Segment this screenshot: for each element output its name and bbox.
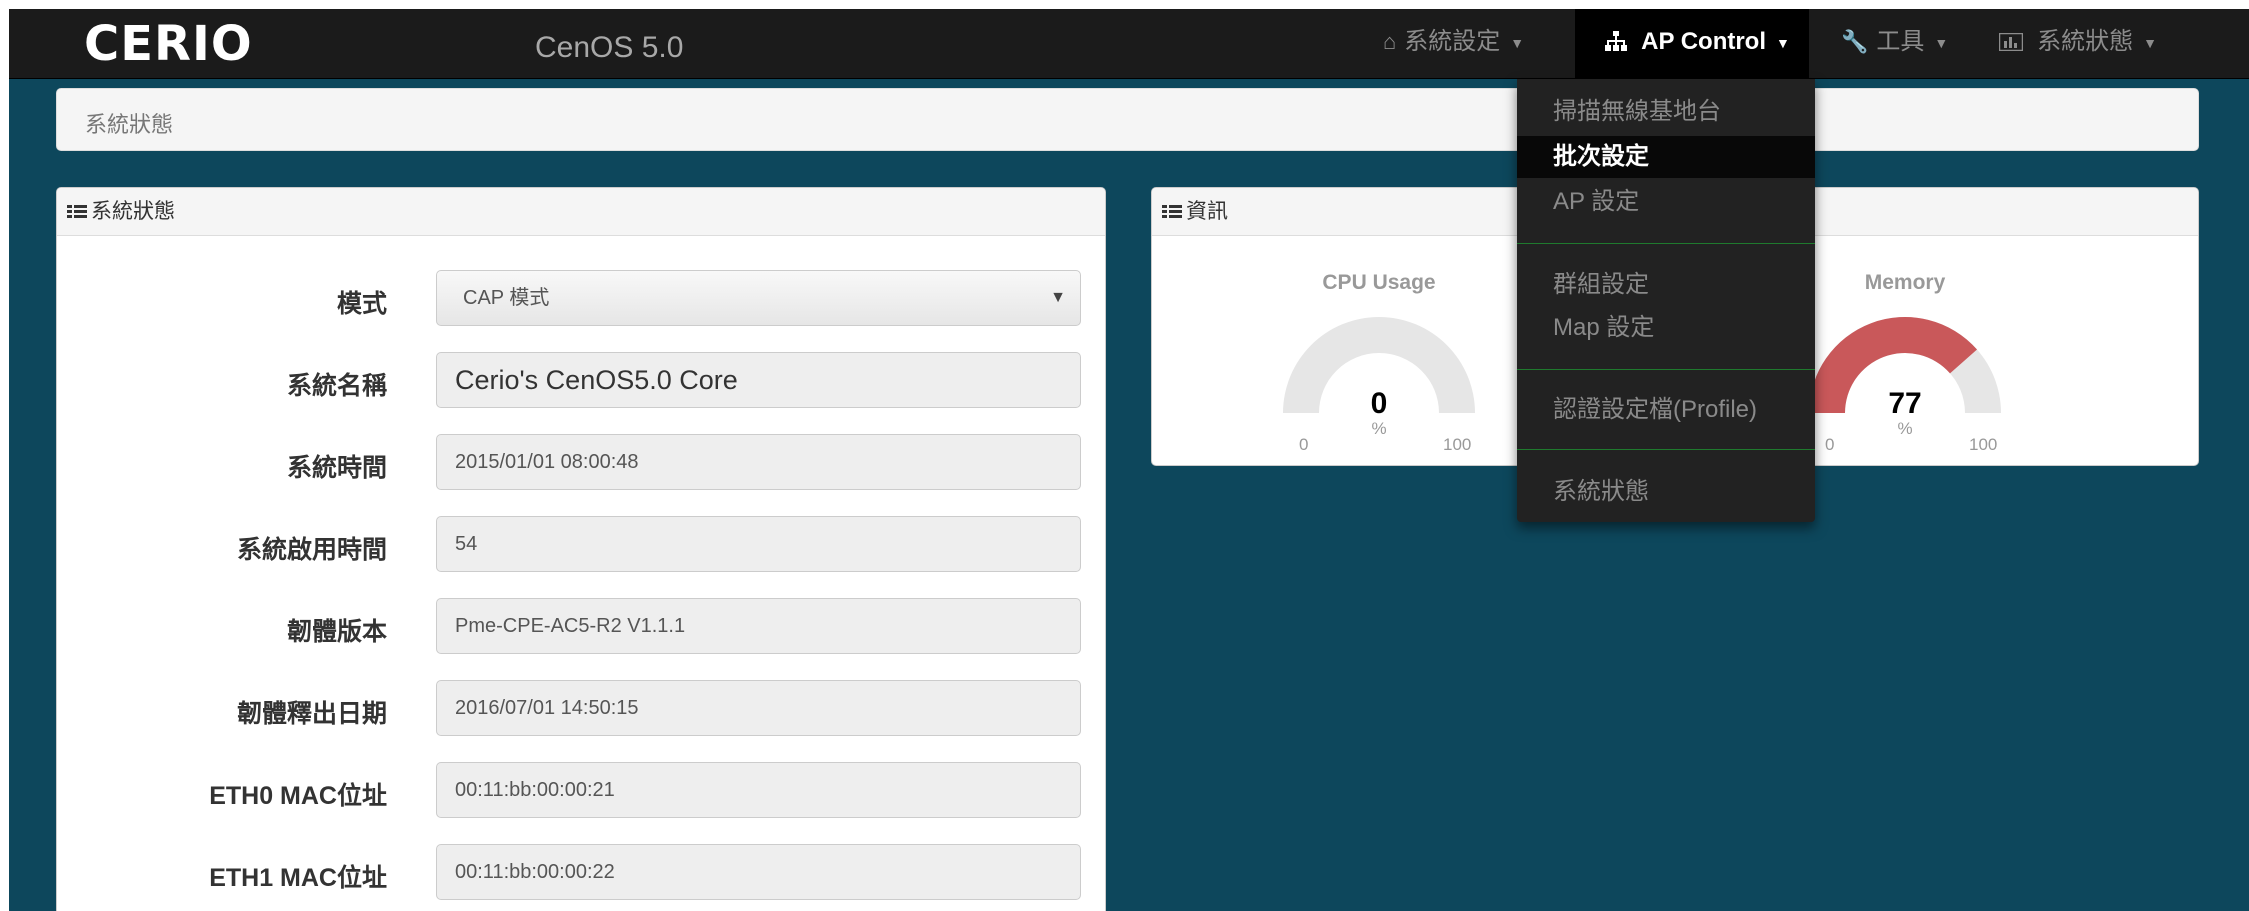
form-row-mode: 模式 CAP 模式 ▼ (57, 270, 1105, 328)
panel-title: 系統狀態 (91, 200, 175, 223)
list-icon (67, 205, 87, 219)
list-icon (1162, 205, 1182, 219)
breadcrumb-current: 系統狀態 (85, 112, 174, 137)
cerio-logo[interactable]: CERIO (84, 17, 253, 71)
menu-divider (1517, 369, 1815, 370)
memory-gauge: Memory 77 % 0 100 (1795, 271, 2015, 471)
menu-divider (1517, 243, 1815, 244)
gauge-title: Memory (1864, 271, 1946, 294)
wrench-icon: 🔧 (1841, 29, 1869, 54)
nav-ap-control[interactable]: AP Control ▼ (1575, 9, 1809, 79)
field-label: ETH0 MAC位址 (209, 782, 387, 810)
uptime-field: 54 (436, 516, 1081, 572)
select-caret-icon: ▼ (1050, 289, 1066, 306)
nav-system-status[interactable]: 系統狀態 ▼ (1998, 9, 2157, 79)
field-label: 系統時間 (286, 454, 387, 482)
menu-divider (1517, 449, 1815, 450)
menu-item-auth-profile[interactable]: 認證設定檔(Profile) (1517, 389, 1815, 431)
nav-tools[interactable]: 🔧 工具 ▼ (1841, 9, 1948, 79)
menu-item-system-status[interactable]: 系統狀態 (1517, 471, 1815, 513)
form-row-system-name: 系統名稱 Cerio's CenOS5.0 Core (57, 352, 1105, 410)
form-row-firmware-date: 韌體釋出日期 2016/07/01 14:50:15 (57, 680, 1105, 738)
menu-item-group-settings[interactable]: 群組設定 (1517, 264, 1815, 306)
field-label: 韌體版本 (286, 618, 387, 646)
home-icon: ⌂ (1383, 29, 1397, 54)
system-status-panel: 系統狀態 模式 CAP 模式 ▼ 系統名稱 Cerio's CenOS5.0 C… (56, 187, 1106, 911)
form-row-uptime: 系統啟用時間 54 (57, 516, 1105, 574)
eth0-mac-field: 00:11:bb:00:00:21 (436, 762, 1081, 818)
top-navbar: CERIO CenOS 5.0 ⌂ 系統設定 ▼ AP Control ▼ 🔧 … (9, 9, 2249, 79)
field-label: ETH1 MAC位址 (209, 864, 387, 892)
gauge-max: 100 (1443, 435, 1472, 454)
brand-title: CenOS 5.0 (535, 31, 684, 64)
nav-ap-control-label: AP Control (1641, 28, 1767, 55)
gauge-value: 0 (1370, 387, 1388, 420)
firmware-version-field: Pme-CPE-AC5-R2 V1.1.1 (436, 598, 1081, 654)
gauge-title: CPU Usage (1322, 271, 1436, 294)
eth1-mac-field: 00:11:bb:00:00:22 (436, 844, 1081, 900)
gauge-max: 100 (1969, 435, 1998, 454)
cpu-usage-gauge: CPU Usage 0 % 0 100 (1269, 271, 1489, 471)
nav-system-settings[interactable]: ⌂ 系統設定 ▼ (1383, 9, 1524, 79)
caret-down-icon: ▼ (1934, 34, 1949, 51)
ap-control-dropdown: 掃描無線基地台 批次設定 AP 設定 群組設定 Map 設定 認證設定檔(Pro… (1517, 79, 1815, 522)
caret-down-icon: ▼ (2143, 34, 2157, 51)
caret-down-icon: ▼ (1510, 34, 1525, 51)
system-name-field[interactable]: Cerio's CenOS5.0 Core (436, 352, 1081, 408)
field-label: 韌體釋出日期 (236, 700, 387, 728)
sitemap-icon (1605, 29, 1633, 54)
menu-item-map-settings[interactable]: Map 設定 (1517, 307, 1815, 349)
panel-heading: 系統狀態 (57, 188, 1105, 236)
gauge-min: 0 (1825, 435, 1835, 454)
form-row-eth1-mac: ETH1 MAC位址 00:11:bb:00:00:22 (57, 844, 1105, 902)
field-label: 模式 (336, 290, 387, 318)
menu-item-ap-settings[interactable]: AP 設定 (1517, 181, 1815, 223)
app-window: CERIO CenOS 5.0 ⌂ 系統設定 ▼ AP Control ▼ 🔧 … (9, 9, 2249, 911)
caret-down-icon: ▼ (1776, 34, 1790, 51)
menu-item-batch-settings[interactable]: 批次設定 (1517, 136, 1815, 178)
bar-chart-icon (1998, 29, 2029, 54)
menu-item-scan-ap[interactable]: 掃描無線基地台 (1517, 91, 1815, 133)
mode-select-value: CAP 模式 (463, 287, 550, 309)
breadcrumb: 系統狀態 (56, 88, 2199, 151)
gauge-value: 77 (1888, 387, 1922, 420)
panel-title: 資訊 (1186, 200, 1228, 223)
form-row-system-time: 系統時間 2015/01/01 08:00:48 (57, 434, 1105, 492)
mode-select[interactable]: CAP 模式 ▼ (436, 270, 1081, 326)
nav-system-settings-label: 系統設定 (1404, 28, 1501, 55)
nav-tools-label: 工具 (1876, 28, 1925, 55)
nav-system-status-label: 系統狀態 (2037, 28, 2134, 55)
form-row-firmware-version: 韌體版本 Pme-CPE-AC5-R2 V1.1.1 (57, 598, 1105, 656)
system-time-field: 2015/01/01 08:00:48 (436, 434, 1081, 490)
firmware-date-field: 2016/07/01 14:50:15 (436, 680, 1081, 736)
gauge-min: 0 (1299, 435, 1309, 454)
form-row-eth0-mac: ETH0 MAC位址 00:11:bb:00:00:21 (57, 762, 1105, 820)
field-label: 系統名稱 (286, 372, 387, 400)
field-label: 系統啟用時間 (236, 536, 387, 564)
